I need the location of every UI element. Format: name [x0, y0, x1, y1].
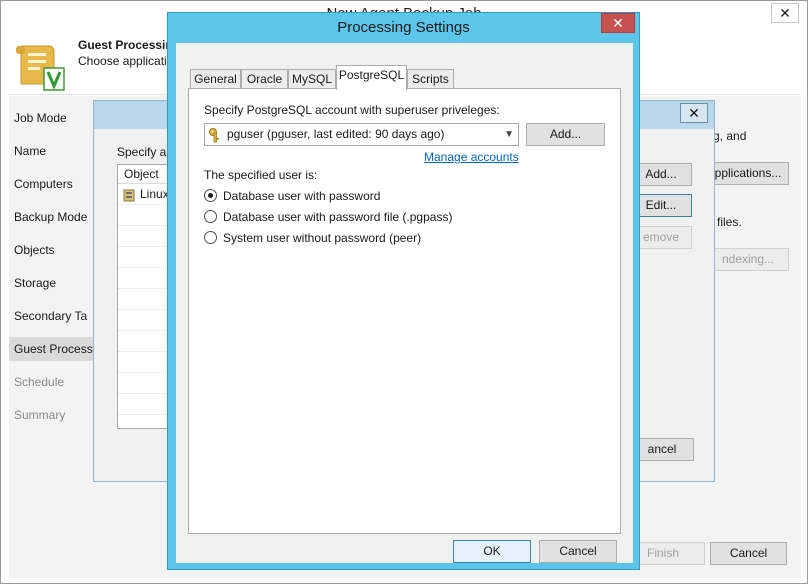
close-icon: ✕: [779, 5, 791, 21]
radio-button[interactable]: [204, 210, 217, 223]
add-account-button[interactable]: Add...: [526, 123, 605, 146]
middle-dialog-close-button[interactable]: ✕: [680, 103, 708, 123]
right-files-text: files.: [717, 215, 742, 229]
postgresql-tab-panel: Specify PostgreSQL account with superuse…: [188, 88, 621, 534]
radio-database-user-pgpass[interactable]: Database user with password file (.pgpas…: [204, 208, 504, 226]
middle-dialog-label: Specify ap: [117, 145, 174, 159]
key-icon: [208, 127, 224, 143]
account-label: Specify PostgreSQL account with superuse…: [204, 103, 500, 117]
tab-oracle[interactable]: Oracle: [241, 69, 288, 89]
server-icon: [122, 187, 138, 203]
tab-general[interactable]: General: [190, 69, 241, 89]
nav-item-computers[interactable]: Computers: [14, 177, 73, 191]
nav-item-objects[interactable]: Objects: [14, 243, 55, 257]
radio-button[interactable]: [204, 189, 217, 202]
ok-button[interactable]: OK: [453, 540, 531, 563]
nav-item-schedule: Schedule: [14, 375, 65, 389]
nav-item-summary: Summary: [14, 408, 66, 422]
user-type-label: The specified user is:: [204, 168, 318, 182]
dialog-close-button[interactable]: ✕: [601, 13, 635, 33]
wizard-close-button[interactable]: ✕: [771, 3, 799, 23]
nav-item-job-mode[interactable]: Job Mode: [14, 111, 67, 125]
nav-item-secondary-target[interactable]: Secondary Ta: [14, 309, 87, 323]
manage-accounts-link[interactable]: Manage accounts: [424, 150, 519, 164]
processing-settings-dialog: Processing Settings ✕ General Oracle MyS…: [167, 12, 640, 570]
applications-button[interactable]: pplications...: [707, 162, 789, 185]
radio-label: System user without password (peer): [223, 231, 422, 245]
tab-mysql[interactable]: MySQL: [288, 69, 336, 89]
wizard-cancel-button[interactable]: Cancel: [710, 542, 787, 565]
radio-button[interactable]: [204, 231, 217, 244]
dialog-client-area: General Oracle MySQL PostgreSQL Scripts …: [176, 43, 633, 563]
radio-label: Database user with password: [223, 189, 381, 203]
nav-item-name[interactable]: Name: [14, 144, 46, 158]
radio-label: Database user with password file (.pgpas…: [223, 210, 453, 224]
indexing-button: ndexing...: [707, 248, 789, 271]
header-description: Choose applicatio: [78, 54, 174, 68]
close-icon: ✕: [688, 105, 700, 121]
cancel-button[interactable]: Cancel: [539, 540, 617, 563]
close-icon: ✕: [612, 15, 624, 31]
account-select[interactable]: pguser (pguser, last edited: 90 days ago…: [204, 123, 519, 146]
list-item-label: Linux: [140, 187, 169, 201]
nav-item-backup-mode[interactable]: Backup Mode: [14, 210, 87, 224]
account-value: pguser (pguser, last edited: 90 days ago…: [227, 127, 445, 141]
chevron-down-icon[interactable]: ▼: [504, 124, 514, 145]
dialog-title: Processing Settings: [337, 19, 470, 36]
radio-system-user-peer[interactable]: System user without password (peer): [204, 229, 504, 247]
guest-processing-icon: [13, 44, 67, 94]
nav-item-guest-processing[interactable]: Guest Process: [14, 342, 93, 356]
tab-postgresql[interactable]: PostgreSQL: [336, 65, 407, 90]
nav-item-storage[interactable]: Storage: [14, 276, 56, 290]
radio-database-user-password[interactable]: Database user with password: [204, 187, 504, 205]
right-description-text: g, and: [713, 129, 747, 143]
tab-scripts[interactable]: Scripts: [407, 69, 454, 89]
header-title: Guest Processing: [78, 38, 181, 52]
